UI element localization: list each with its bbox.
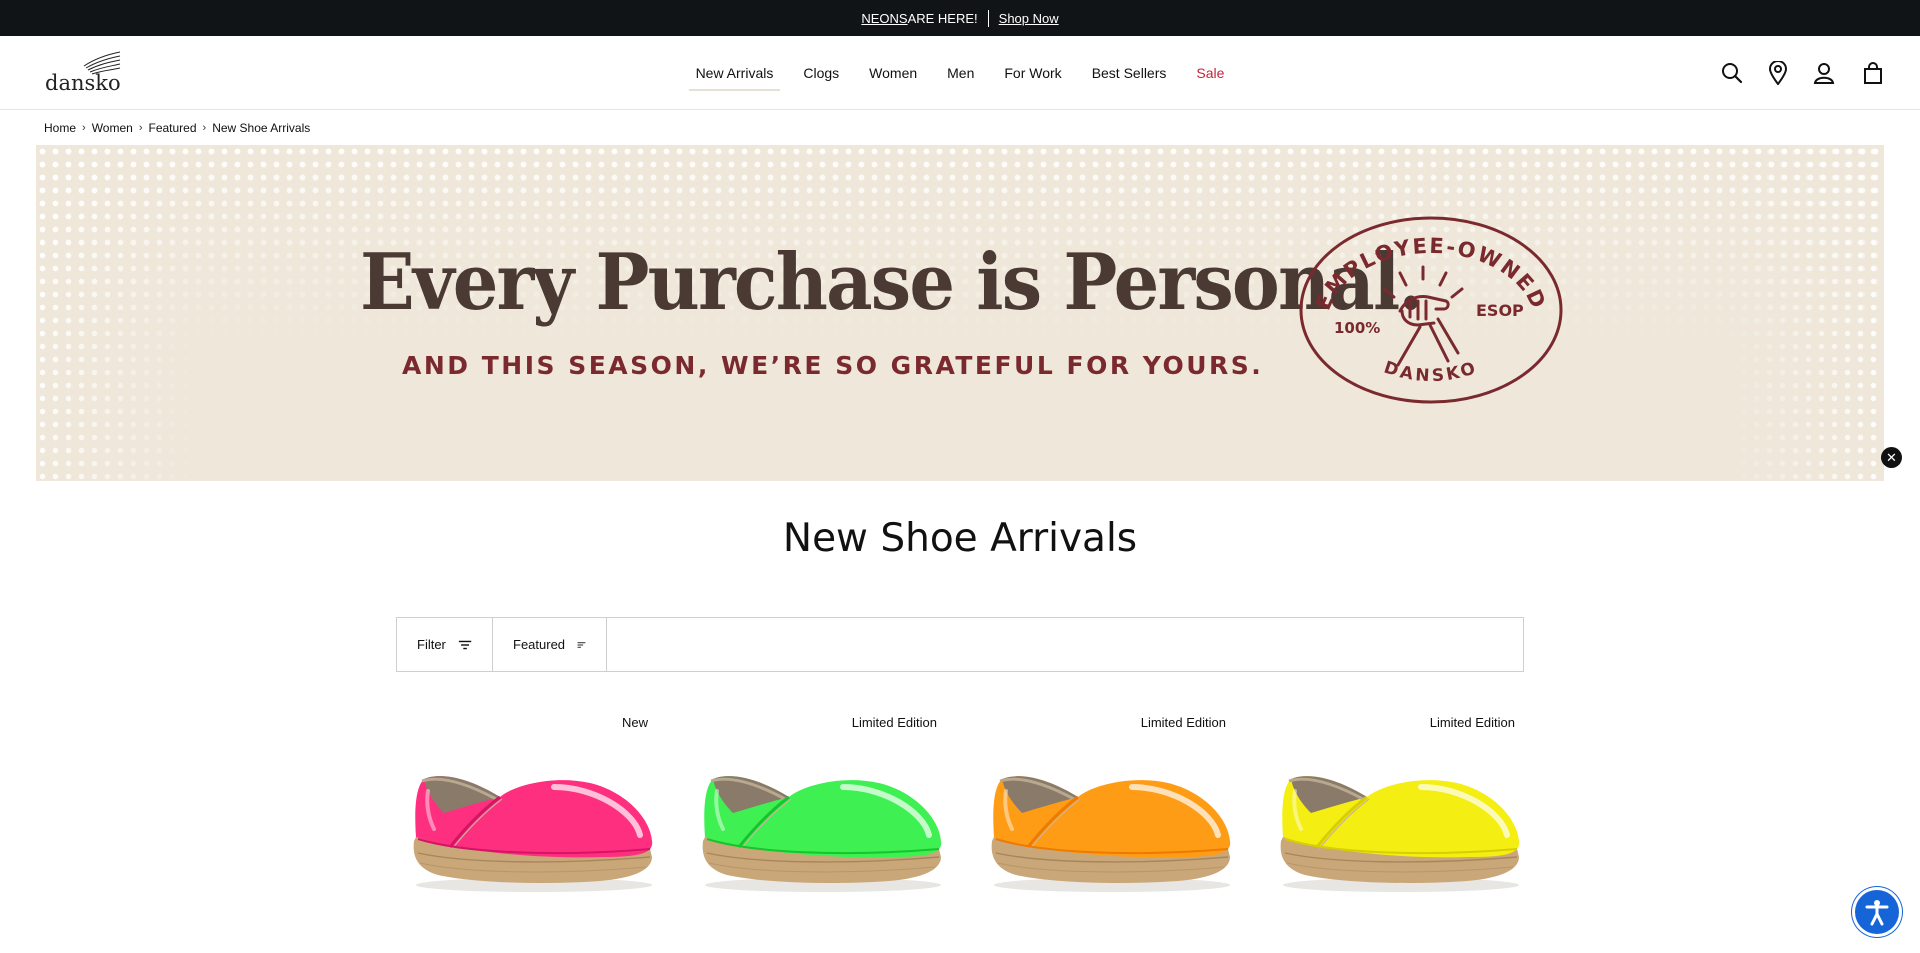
page-title: New Shoe Arrivals [782,516,1138,561]
hero-subhead: AND THIS SEASON, WE’RE SO GRATEFUL FOR Y… [402,351,1264,380]
close-banner-icon[interactable]: ✕ [1881,447,1902,468]
filter-button[interactable]: Filter [397,618,493,671]
hero-banner[interactable]: Every Purchase is Personal. AND THIS SEA… [36,145,1884,481]
breadcrumb: Home › Women › Featured › New Shoe Arriv… [44,121,310,135]
svg-text:DANSKO: DANSKO [1381,358,1480,387]
store-locator-icon[interactable] [1763,58,1793,88]
chevron-right-icon: › [82,122,86,134]
halftone-pattern-left [36,145,196,481]
product-badge: Limited Edition [1140,715,1226,730]
filter-label: Filter [417,637,446,652]
promo-text: ARE HERE! [907,10,978,26]
chevron-right-icon: › [202,122,207,134]
accessibility-icon[interactable] [1855,890,1899,934]
handshake-icon [1382,265,1464,367]
account-icon[interactable] [1809,58,1839,88]
breadcrumb-current: New Shoe Arrivals [212,121,311,135]
hero-headline: Every Purchase is Personal. [360,237,1423,328]
search-icon[interactable] [1717,58,1747,88]
breadcrumb-women[interactable]: Women [92,121,133,135]
product-badge: Limited Edition [851,715,937,730]
product-card[interactable]: Limited Edition [685,705,973,905]
product-badge: New [621,715,648,730]
product-badge: Limited Edition [1429,715,1515,730]
employee-owned-seal: EMPLOYEE-OWNED DANSKO 100% ESOP [1298,215,1564,405]
promo-divider [987,9,989,27]
promo-bar: NEONS ARE HERE! Shop Now [0,0,1920,36]
product-toolbar: Filter Featured [396,617,1524,672]
halftone-pattern-right [1724,145,1884,481]
promo-shop-now-link[interactable]: Shop Now [999,11,1059,26]
clog-image[interactable] [982,757,1237,897]
seal-left-text: 100% [1334,319,1380,337]
clog-image[interactable] [693,757,948,897]
seal-bottom-text: DANSKO [1381,358,1477,387]
sort-icon [577,641,586,648]
clog-image[interactable] [404,757,659,897]
product-card[interactable]: Limited Edition [1263,705,1551,905]
clog-image[interactable] [1271,757,1526,897]
product-card[interactable]: New [396,705,684,905]
site-header: dansko New Arrivals Clogs Women Men For … [0,36,1920,110]
seal-right-text: ESOP [1476,301,1524,320]
cart-icon[interactable] [1858,58,1888,88]
chevron-right-icon: › [138,122,143,134]
breadcrumb-featured[interactable]: Featured [149,121,197,135]
breadcrumb-home[interactable]: Home [44,121,76,135]
filter-icon [458,640,472,649]
sort-button[interactable]: Featured [493,618,607,671]
product-card[interactable]: Limited Edition [974,705,1262,905]
promo-highlight[interactable]: NEONS [861,11,907,26]
header-icons [0,58,1920,88]
sort-label: Featured [513,637,566,652]
